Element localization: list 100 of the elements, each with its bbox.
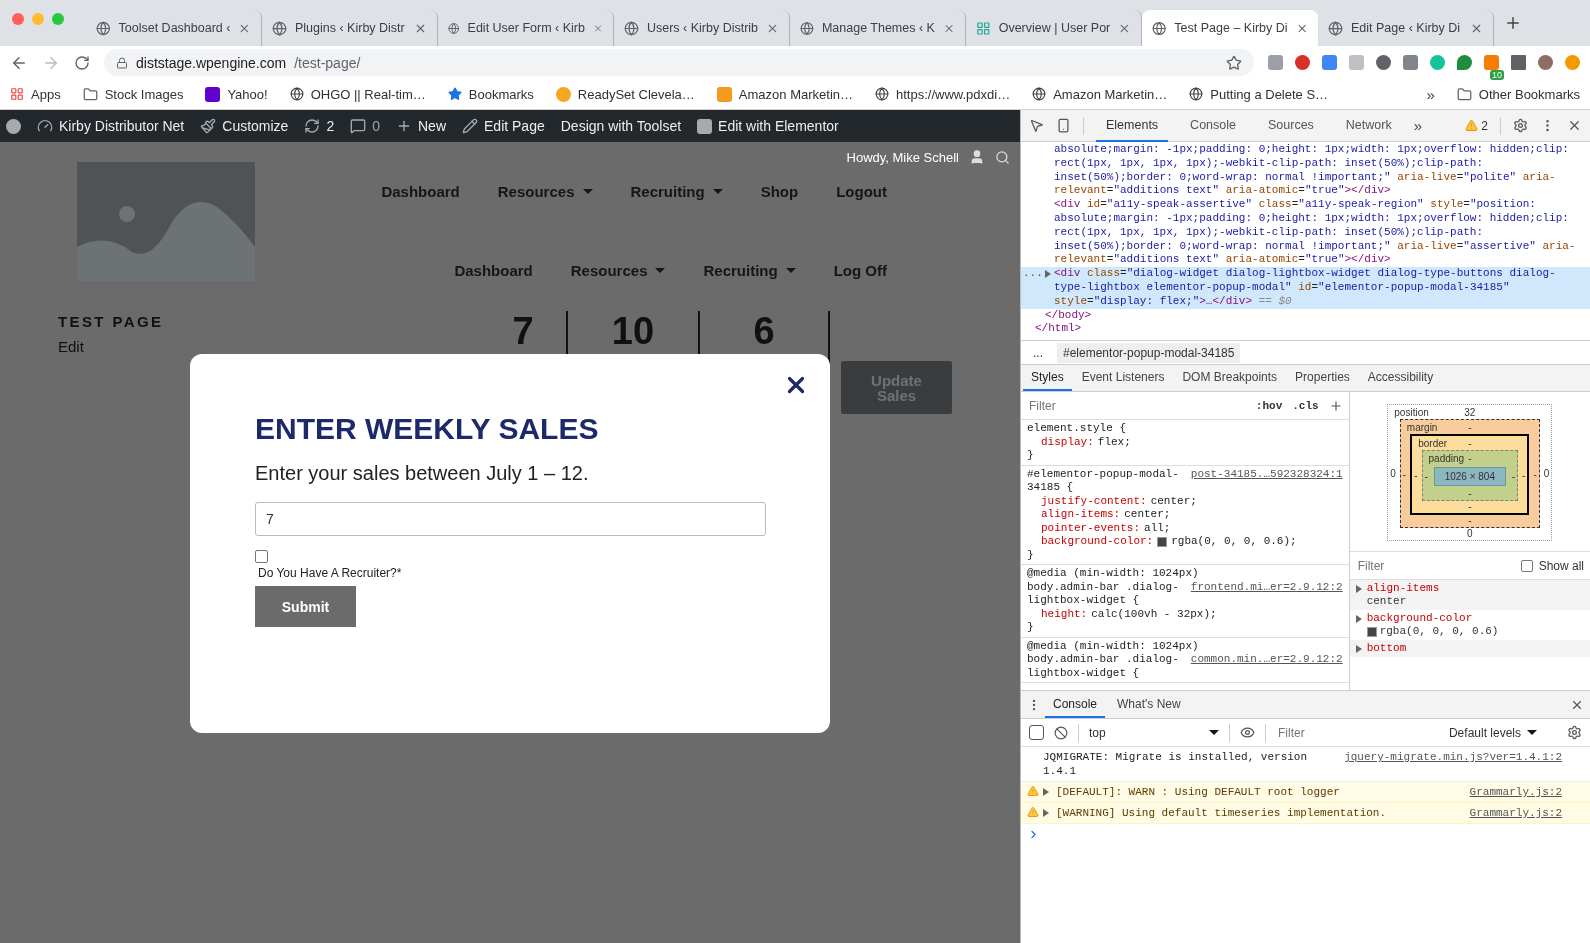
color-swatch-icon[interactable]	[1157, 536, 1168, 547]
extension-badge: 10	[1490, 70, 1504, 80]
drawer-tab[interactable]: What's New	[1109, 691, 1189, 718]
star-icon	[447, 87, 462, 101]
admin-bar-item[interactable]: Design with Toolset	[560, 118, 682, 134]
bookmark-link[interactable]: OHGO || Real-tim…	[310, 86, 426, 102]
levels-dropdown[interactable]: Default levels	[1448, 725, 1537, 740]
color-swatch-icon[interactable]	[1366, 626, 1377, 637]
breadcrumb-item[interactable]: #elementor-popup-modal-34185	[1057, 342, 1241, 363]
message-text: [DEFAULT]: WARN : Using DEFAULT root logger	[1056, 785, 1341, 799]
more-tabs[interactable]: »	[1413, 117, 1423, 134]
show-all-checkbox[interactable]	[1520, 559, 1533, 572]
source-link[interactable]: Grammarly.js:2	[1469, 806, 1562, 820]
css-selector: body.admin-bar .dialog-lightbox-widget {	[1027, 653, 1180, 680]
box-value: -	[1467, 515, 1473, 526]
bookmark-folder[interactable]: Other Bookmarks	[1478, 86, 1580, 102]
sales-input[interactable]: 7	[255, 502, 766, 536]
expand-triangle-icon[interactable]	[1043, 788, 1049, 796]
box-value: 0	[1390, 468, 1396, 479]
bookmark-link[interactable]: Stock Images	[104, 86, 184, 102]
wordpress-logo[interactable]	[6, 118, 21, 134]
admin-bar-item[interactable]: Edit Page	[462, 118, 545, 134]
gutter-ellipsis[interactable]: ...	[1023, 267, 1043, 281]
address-bar[interactable]: diststage.wpengine.com /test-page/	[104, 49, 1254, 76]
source-link[interactable]: common.min.…er=2.9.12:2	[1190, 653, 1343, 667]
extension-icon[interactable]	[1295, 55, 1310, 70]
bookmark-link[interactable]: ReadySet Clevela…	[577, 86, 695, 102]
admin-bar-item[interactable]: New	[396, 118, 446, 134]
eye-icon[interactable]	[1240, 725, 1255, 740]
sidebar-tab[interactable]: Accessibility	[1359, 365, 1442, 391]
expand-triangle-icon[interactable]	[1043, 809, 1049, 817]
expand-triangle-icon[interactable]	[1355, 645, 1362, 653]
bookmark-link[interactable]: Apps	[31, 86, 61, 102]
cls-toggle[interactable]: .cls	[1292, 399, 1319, 412]
computed-property: background-color	[1366, 612, 1473, 624]
sidebar-toggle-icon[interactable]	[1029, 725, 1044, 740]
new-rule-icon[interactable]	[1328, 398, 1343, 413]
reload-icon[interactable]	[74, 54, 90, 71]
warning-icon	[1027, 785, 1039, 797]
brush-icon	[200, 118, 217, 134]
more-bookmarks[interactable]: »	[1426, 85, 1435, 103]
settings-icon[interactable]	[1513, 118, 1528, 133]
profile-avatar[interactable]	[1538, 55, 1553, 70]
devtools-tab[interactable]: Elements	[1096, 109, 1169, 142]
html-code: absolute;margin: -1px;padding: 0;height: 1px;width: 1px;overflow: hidden;clip: rect(1px, 1px, 1px, 1px);-webkit-clip-path: inset(50%);clip-path: inset(50%);border: 0;word-wrap: normal !important;" aria-live="polite" aria-relevant="additions text" aria-atomic="true"></div>	[1054, 143, 1570, 199]
selected-dom-node[interactable]: ... <div class="dialog-widget dialog-lightbox-widget dialog-type-buttons dialog-type-lightbox elementor-popup-modal" id="elementor-popup-modal-34185" style="display: flex;">…</div> == $0	[1021, 267, 1590, 309]
search-icon[interactable]	[995, 149, 1010, 165]
sidebar-tab[interactable]: DOM Breakpoints	[1174, 365, 1286, 391]
drawer-tab[interactable]: Console	[1045, 691, 1106, 718]
box-label: padding	[1428, 453, 1465, 464]
bookmark-link[interactable]: Bookmarks	[468, 86, 534, 102]
extension-icon[interactable]	[1376, 55, 1391, 70]
bookmark-link[interactable]: https://www.pdxdi…	[896, 86, 1011, 102]
source-link[interactable]: post-34185.…592328324:1	[1190, 467, 1343, 481]
expand-triangle-icon[interactable]	[1045, 270, 1051, 279]
admin-bar-item[interactable]: Edit with Elementor	[697, 118, 839, 134]
devtools-tab[interactable]: Console	[1180, 109, 1246, 142]
sidebar-tab[interactable]: Styles	[1023, 365, 1072, 391]
globe-icon	[272, 20, 287, 36]
bookmark-link[interactable]: Yahoo!	[227, 86, 268, 102]
bookmark-star-icon[interactable]	[1226, 54, 1242, 71]
expand-triangle-icon[interactable]	[1355, 585, 1362, 593]
admin-bar-item[interactable]: Kirby Distributor Net	[37, 118, 185, 134]
clear-console-icon[interactable]	[1054, 725, 1068, 740]
source-link[interactable]: Grammarly.js:2	[1469, 785, 1562, 799]
sidebar-tab[interactable]: Properties	[1287, 365, 1358, 391]
browser-tab[interactable]: Test Page – Kirby Di	[1142, 10, 1318, 46]
bookmark-link[interactable]: Amazon Marketin…	[1053, 86, 1168, 102]
extension-icon[interactable]	[1457, 55, 1472, 70]
warning-count[interactable]: 2	[1481, 118, 1488, 133]
device-toolbar-icon[interactable]	[1056, 118, 1071, 133]
source-link[interactable]: jquery-migrate.min.js?ver=1.4.1:2	[1344, 750, 1562, 764]
edit-link[interactable]: Edit	[58, 338, 84, 355]
box-label: border	[1418, 438, 1449, 449]
context-select[interactable]: top	[1089, 725, 1219, 740]
css-property: justify-content:	[1041, 494, 1147, 508]
box-value: -	[1468, 453, 1472, 464]
hov-toggle[interactable]: :hov	[1255, 399, 1283, 412]
inspect-icon[interactable]	[1029, 118, 1044, 133]
html-code: <div id="a11y-speak-assertive" class="a11y-speak-region" style="position: absolute;margin: -1px;padding: 0;height: 1px;width: 1px;overflow: hidden;clip: rect(1px, 1px, 1px, 1px);-webkit-clip-path: inset(50%);clip-path: inset(50%);border: 0;word-wrap: normal !important;" aria-live="assertive" aria-relevant="additions text" aria-atomic="true"></div>	[1054, 198, 1577, 268]
bookmark-link[interactable]: Amazon Marketin…	[738, 86, 853, 102]
admin-bar-item[interactable]: 0	[350, 118, 380, 134]
greeting-text[interactable]: Howdy, Mike Schell	[846, 149, 959, 165]
breadcrumb-more[interactable]: ...	[1027, 342, 1049, 363]
recruiter-checkbox[interactable]	[255, 550, 268, 563]
expand-triangle-icon[interactable]	[1355, 615, 1362, 623]
sidebar-tab[interactable]: Event Listeners	[1073, 365, 1173, 391]
close-icon[interactable]	[1567, 118, 1582, 133]
devtools-tab[interactable]: Sources	[1258, 109, 1324, 142]
new-tab-icon[interactable]	[1504, 14, 1522, 32]
css-value: all;	[1144, 521, 1171, 535]
submit-button[interactable]: Submit	[255, 586, 356, 627]
settings-icon[interactable]	[1567, 725, 1582, 740]
source-link[interactable]: frontend.mi…er=2.9.12:2	[1190, 580, 1343, 594]
bookmark-link[interactable]: Putting a Delete S…	[1210, 86, 1329, 102]
box-value: -	[1424, 471, 1428, 482]
admin-bar-item[interactable]: 2	[304, 118, 335, 134]
devtools-tab[interactable]: Network	[1335, 109, 1402, 142]
admin-bar-item[interactable]: Customize	[200, 118, 289, 134]
elementor-icon	[697, 118, 713, 134]
